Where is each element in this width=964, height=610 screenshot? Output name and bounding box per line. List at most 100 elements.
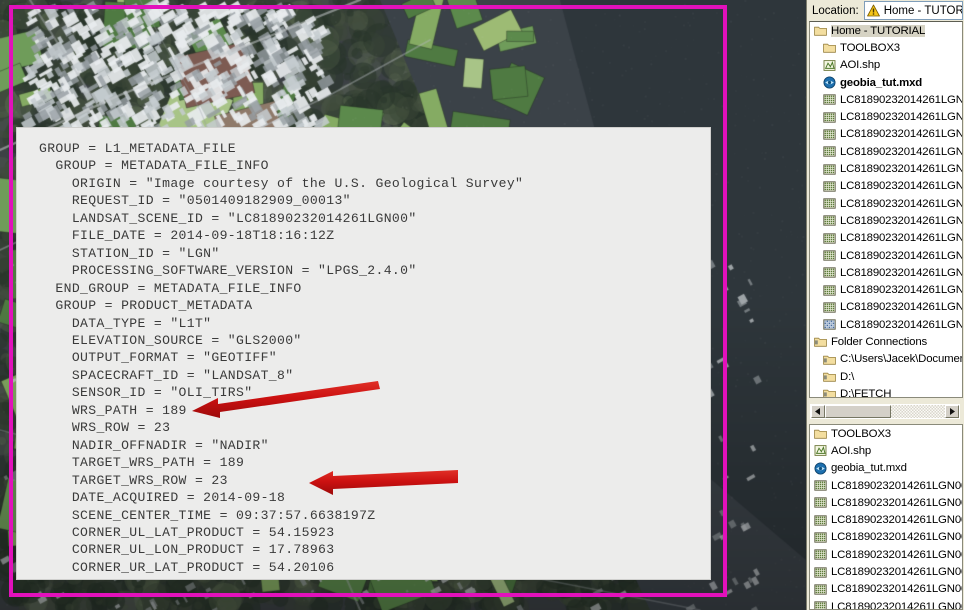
tree-row[interactable]: LC81890232014261LGN00_ bbox=[810, 143, 962, 160]
tree-row[interactable]: geobia_tut.mxd bbox=[810, 460, 962, 477]
raster-mosaic-icon bbox=[823, 318, 836, 331]
tree-row-label: geobia_tut.mxd bbox=[831, 462, 907, 474]
tree-row[interactable]: LC81890232014261LGN00_ bbox=[810, 91, 962, 108]
folder-icon bbox=[814, 427, 827, 440]
tree-row[interactable]: LC81890232014261LGN00_ bbox=[810, 178, 962, 195]
tree-row-label: LC81890232014261LGN00_B bbox=[831, 497, 963, 509]
tree-row[interactable]: LC81890232014261LGN00_B bbox=[810, 581, 962, 598]
shapefile-icon bbox=[823, 59, 836, 72]
raster-icon bbox=[823, 232, 836, 245]
tree-row-label: LC81890232014261LGN00_B bbox=[831, 601, 963, 610]
tree-row-label: TOOLBOX3 bbox=[831, 428, 891, 440]
raster-icon bbox=[814, 496, 827, 509]
tree-row[interactable]: AOI.shp bbox=[810, 442, 962, 459]
tree-row[interactable]: D:\FETCH bbox=[810, 385, 962, 398]
tree-row-label: Home - TUTORIAL bbox=[831, 25, 925, 37]
raster-icon bbox=[814, 583, 827, 596]
tree-row-label: D:\ bbox=[840, 371, 854, 383]
tree-row[interactable]: LC81890232014261LGN00_ bbox=[810, 281, 962, 298]
location-bar: Location: Home - TUTORIAL bbox=[807, 0, 964, 21]
raster-icon bbox=[823, 214, 836, 227]
scroll-right-button[interactable] bbox=[945, 405, 959, 418]
tree-row-label: LC81890232014261LGN00_B bbox=[831, 549, 963, 561]
scroll-left-button[interactable] bbox=[811, 405, 825, 418]
tree-row[interactable]: LC81890232014261LGN00_ bbox=[810, 195, 962, 212]
tree-row[interactable]: LC81890232014261LGN00_B bbox=[810, 598, 962, 610]
raster-icon bbox=[823, 163, 836, 176]
tree-row[interactable]: geobia_tut.mxd bbox=[810, 74, 962, 91]
tree-row-label: LC81890232014261LGN00_ bbox=[840, 180, 963, 192]
metadata-text-content: GROUP = L1_METADATA_FILE GROUP = METADAT… bbox=[17, 128, 710, 579]
tree-row-label: LC81890232014261LGN00_B bbox=[831, 566, 963, 578]
tree-row[interactable]: TOOLBOX3 bbox=[810, 425, 962, 442]
location-value: Home - TUTORIAL bbox=[884, 5, 963, 17]
tree-row-label: AOI.shp bbox=[831, 445, 871, 457]
map-document-icon bbox=[823, 76, 836, 89]
raster-icon bbox=[823, 284, 836, 297]
raster-icon bbox=[814, 600, 827, 610]
tree-row[interactable]: LC81890232014261LGN00_B bbox=[810, 494, 962, 511]
home-folder-icon bbox=[814, 24, 827, 37]
tree-row-label: LC81890232014261LGN00_ bbox=[840, 163, 963, 175]
tree-row[interactable]: LC81890232014261LGN00_ bbox=[810, 264, 962, 281]
tree-row[interactable]: C:\Users\Jacek\Documents bbox=[810, 351, 962, 368]
tree-row[interactable]: LC81890232014261LGN00_ bbox=[810, 126, 962, 143]
tree-row-label: LC81890232014261LGN00_ bbox=[840, 267, 963, 279]
location-label: Location: bbox=[812, 5, 859, 17]
warning-triangle-icon bbox=[867, 4, 880, 17]
raster-icon bbox=[823, 266, 836, 279]
tree-row[interactable]: LC81890232014261LGN00_ bbox=[810, 212, 962, 229]
raster-icon bbox=[823, 249, 836, 262]
shapefile-icon bbox=[814, 444, 827, 457]
tree-row[interactable]: D:\ bbox=[810, 368, 962, 385]
tree-row-label: geobia_tut.mxd bbox=[840, 77, 922, 89]
tree-row[interactable]: LC81890232014261LGN00_ bbox=[810, 316, 962, 333]
raster-icon bbox=[814, 531, 827, 544]
tree-row[interactable]: LC81890232014261LGN00_B bbox=[810, 511, 962, 528]
raster-icon bbox=[814, 514, 827, 527]
raster-icon bbox=[814, 566, 827, 579]
map-document-icon bbox=[814, 462, 827, 475]
tree-row-label: D:\FETCH bbox=[840, 388, 891, 398]
tree-row-label: LC81890232014261LGN00_ bbox=[840, 301, 963, 313]
tree-row-label: LC81890232014261LGN00_ bbox=[840, 250, 963, 262]
scrollbar-track[interactable] bbox=[891, 405, 945, 418]
tree-row[interactable]: LC81890232014261LGN00_ bbox=[810, 108, 962, 125]
catalog-tree-top[interactable]: Home - TUTORIAL TOOLBOX3 AOI.shp geobia_tut… bbox=[809, 21, 963, 398]
triangle-left-icon bbox=[815, 408, 821, 415]
catalog-dock-panel[interactable]: Location: Home - TUTORIAL Home - TUTORIA… bbox=[806, 0, 964, 610]
tree-row[interactable]: LC81890232014261LGN00_B bbox=[810, 546, 962, 563]
tree-row[interactable]: Home - TUTORIAL bbox=[810, 22, 962, 39]
raster-icon bbox=[823, 128, 836, 141]
location-combobox[interactable]: Home - TUTORIAL bbox=[864, 1, 963, 20]
tree-row-label: LC81890232014261LGN00_B bbox=[831, 531, 963, 543]
tree-row[interactable]: LC81890232014261LGN00_ bbox=[810, 299, 962, 316]
metadata-text-viewer[interactable]: GROUP = L1_METADATA_FILE GROUP = METADAT… bbox=[17, 128, 710, 579]
catalog-horizontal-scrollbar[interactable] bbox=[810, 404, 960, 419]
raster-icon bbox=[814, 479, 827, 492]
scrollbar-thumb[interactable] bbox=[825, 405, 891, 418]
connection-folder-icon bbox=[823, 387, 836, 398]
tree-row[interactable]: LC81890232014261LGN00_ bbox=[810, 160, 962, 177]
tree-row[interactable]: LC81890232014261LGN00_B bbox=[810, 529, 962, 546]
tree-row[interactable]: LC81890232014261LGN00_ bbox=[810, 247, 962, 264]
tree-row-label: LC81890232014261LGN00_ bbox=[840, 284, 963, 296]
tree-row-label: LC81890232014261LGN00_ bbox=[840, 215, 963, 227]
catalog-tree-bottom[interactable]: TOOLBOX3 AOI.shp geobia_tut.mxd LC818902320… bbox=[809, 424, 963, 610]
tree-row[interactable]: LC81890232014261LGN00_ bbox=[810, 230, 962, 247]
tree-row[interactable]: AOI.shp bbox=[810, 57, 962, 74]
tree-row-label: LC81890232014261LGN00_ bbox=[840, 94, 963, 106]
tree-row-label: C:\Users\Jacek\Documents bbox=[840, 353, 963, 365]
tree-row-label: LC81890232014261LGN00_ bbox=[840, 319, 963, 331]
tree-row-label: LC81890232014261LGN00_ bbox=[840, 232, 963, 244]
raster-icon bbox=[823, 93, 836, 106]
raster-icon bbox=[823, 111, 836, 124]
tree-row-label: LC81890232014261LGN00_B bbox=[831, 514, 963, 526]
connection-folder-icon bbox=[823, 353, 836, 366]
tree-row[interactable]: LC81890232014261LGN00_B bbox=[810, 477, 962, 494]
tree-row-label: TOOLBOX3 bbox=[840, 42, 900, 54]
connections-icon bbox=[814, 335, 827, 348]
tree-row[interactable]: LC81890232014261LGN00_B bbox=[810, 563, 962, 580]
tree-row[interactable]: Folder Connections bbox=[810, 333, 962, 350]
tree-row[interactable]: TOOLBOX3 bbox=[810, 39, 962, 56]
